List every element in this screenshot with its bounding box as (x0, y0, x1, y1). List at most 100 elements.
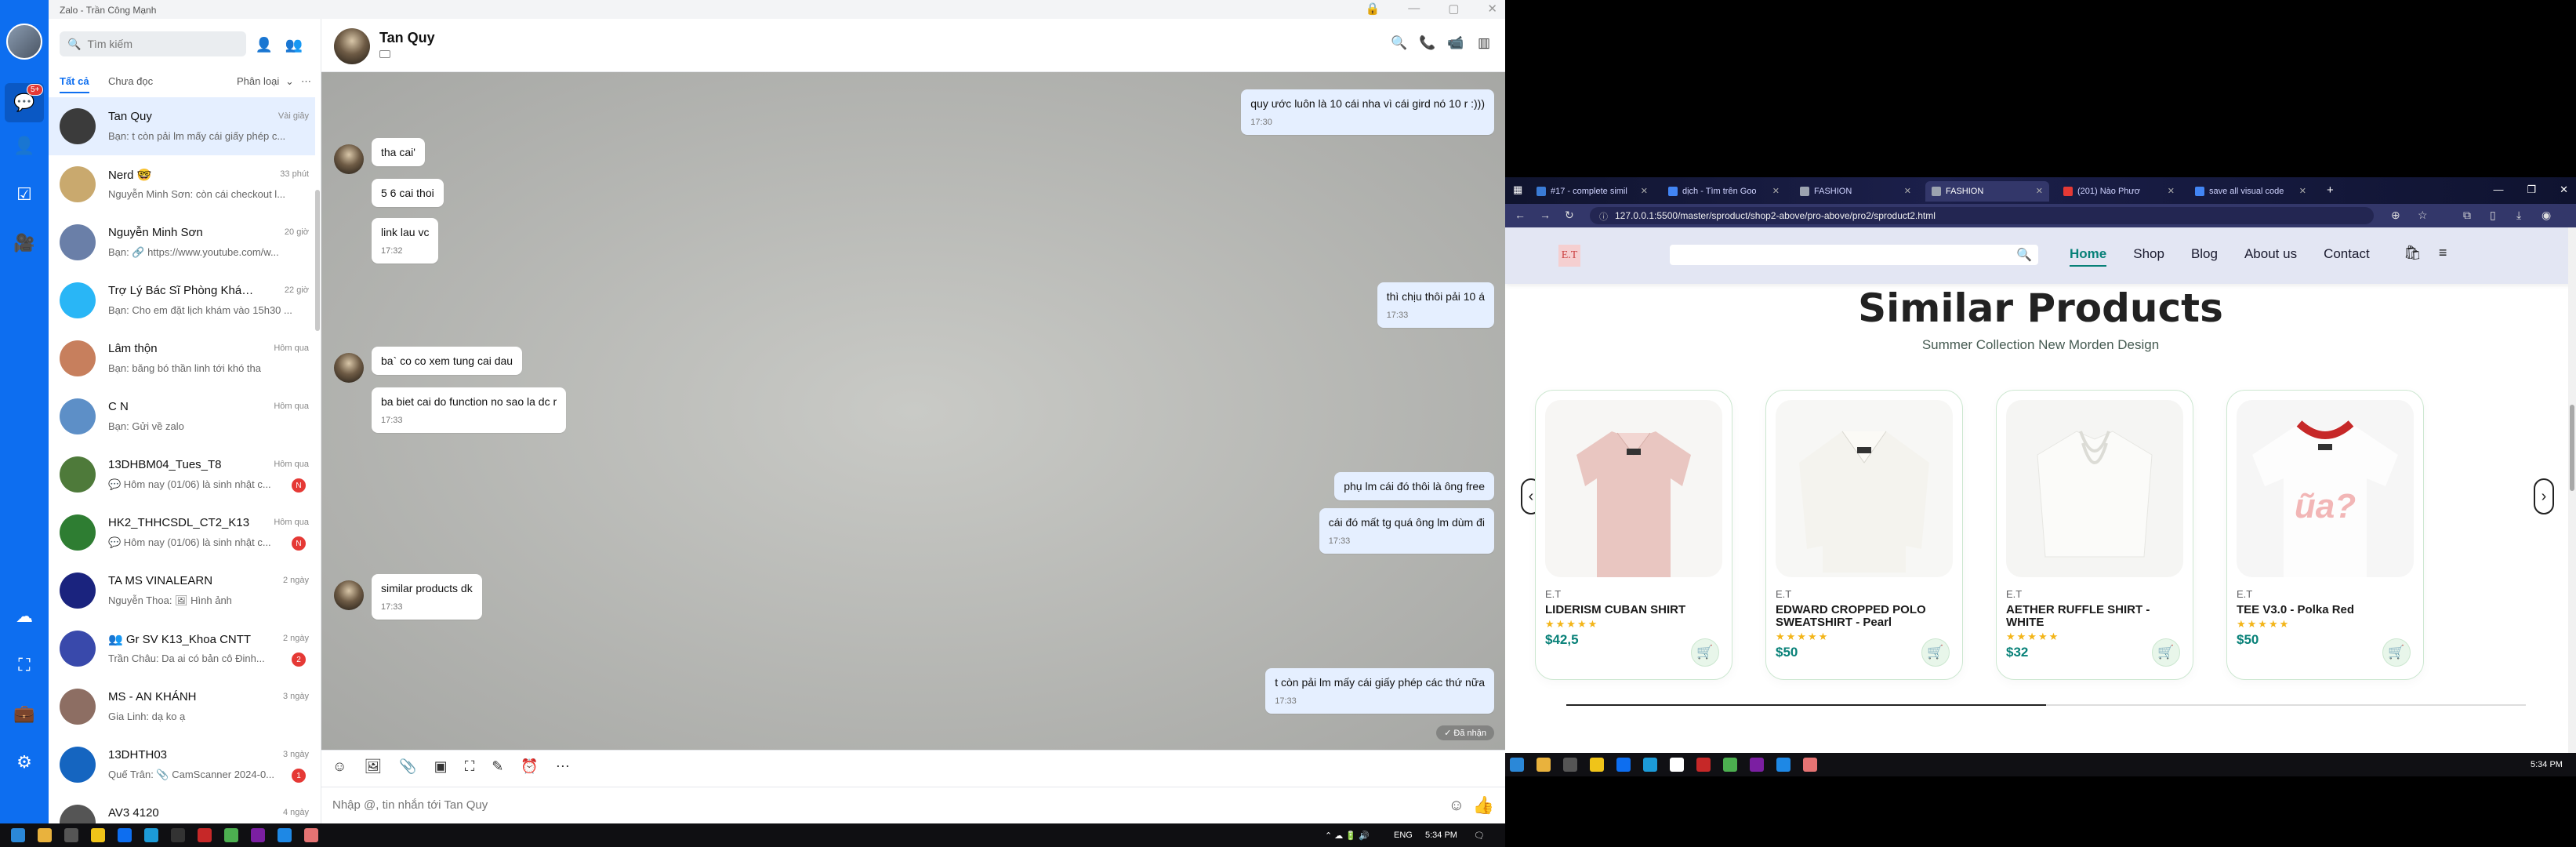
classify-dropdown[interactable]: Phân loại (237, 75, 279, 87)
contact-message-bubble[interactable]: tha cai' (372, 138, 425, 166)
my-message-bubble[interactable]: thì chịu thôi pải 10 á 17:33 (1377, 282, 1494, 328)
search-icon[interactable]: 🔍 (1391, 35, 1408, 52)
product-card[interactable]: E.T EDWARD CROPPED POLO SWEATSHIRT - Pear… (1765, 390, 1963, 680)
video-call-icon[interactable]: 📹 (1447, 35, 1464, 52)
my-message-bubble[interactable]: quy ước luôn là 10 cái nha vì cái gird n… (1241, 89, 1494, 135)
nav-link-home[interactable]: Home (2070, 246, 2107, 267)
bookmark-icon[interactable]: ☆ (2418, 209, 2428, 222)
conversation-item[interactable]: Tan Quy Vài giây Bạn: t còn pải lm mấy cái… (49, 97, 315, 155)
chrome-icon[interactable] (1723, 758, 1737, 772)
more-icon[interactable]: ⋯ (301, 75, 311, 88)
reminder-icon[interactable]: ⏰ (521, 758, 538, 775)
zalo-icon[interactable] (1616, 758, 1631, 772)
conversation-scrollbar[interactable] (314, 97, 321, 823)
more-icon[interactable]: ⋯ (556, 758, 570, 775)
close-tab-icon[interactable]: ✕ (1904, 186, 1911, 196)
site-search-input[interactable]: 🔍 (1670, 245, 2038, 265)
product-card[interactable]: ũa? E.T TEE V3.0 - Polka Red ★★★★★ $50 🛒 (2226, 390, 2424, 680)
reload-icon[interactable]: ↻ (1565, 209, 1574, 222)
browser-tab[interactable]: FASHION ✕ (1794, 181, 1917, 202)
zalo-window-icon[interactable] (1670, 758, 1684, 772)
tab-unread[interactable]: Chưa đọc (108, 75, 153, 87)
conversation-item[interactable]: MS - AN KHÁNH 3 ngày Gia Linh: dạ ko ạ (49, 678, 315, 736)
windows-start-icon[interactable] (1510, 758, 1524, 772)
conversation-item[interactable]: 13DHTH03 3 ngày Quế Trân: 📎 CamScanner 202… (49, 736, 315, 794)
todo-icon[interactable]: ☑ (12, 182, 37, 207)
media-player-icon[interactable] (1563, 758, 1577, 772)
conversation-avatar[interactable] (60, 166, 96, 202)
shopping-bag-icon[interactable]: 🛍 (2404, 245, 2422, 261)
tab-menu-icon[interactable]: ▦ (1513, 184, 1522, 196)
search-icon[interactable]: 🔍 (2016, 247, 2032, 263)
profile-icon[interactable]: ◉ (2542, 209, 2551, 222)
conversation-avatar[interactable] (60, 573, 96, 609)
close-button[interactable]: ✕ (2560, 184, 2568, 196)
image-icon[interactable]: 🖼 (364, 758, 382, 775)
carousel-next-button[interactable]: › (2534, 478, 2554, 514)
minimize-button[interactable]: — (2493, 184, 2503, 196)
nav-link-about-us[interactable]: About us (2244, 246, 2297, 267)
message-input[interactable] (332, 798, 1351, 812)
close-tab-icon[interactable]: ✕ (2168, 186, 2175, 196)
chrome-icon[interactable] (224, 828, 238, 842)
my-message-bubble[interactable]: t còn pải lm mấy cái giấy phép các thứ n… (1265, 668, 1494, 714)
opera-icon[interactable] (198, 828, 212, 842)
briefcase-icon[interactable]: 💼 (12, 701, 37, 726)
maximize-button[interactable]: ▢ (1448, 2, 1459, 16)
sidebar-icon[interactable]: ▯ (2490, 209, 2496, 222)
contact-name[interactable]: Tan Quy (379, 30, 435, 46)
clock[interactable]: 5:34 PM (2531, 760, 2563, 769)
close-tab-icon[interactable]: ✕ (2299, 186, 2306, 196)
conversation-avatar[interactable] (60, 689, 96, 725)
add-friend-icon[interactable]: 👤 (254, 35, 274, 55)
browser-tab[interactable]: save all visual code ✕ (2189, 181, 2313, 202)
create-group-icon[interactable]: 👥 (284, 35, 304, 55)
conversation-avatar[interactable] (60, 514, 96, 551)
video-icon[interactable]: 🎥 (12, 231, 37, 256)
conversation-item[interactable]: Nguyễn Minh Sơn 20 giờ Bạn: 🔗 https://www.… (49, 213, 315, 271)
conversation-avatar[interactable] (60, 398, 96, 434)
my-message-bubble[interactable]: cái đó mất tg quá ông lm dùm đi 17:33 (1319, 508, 1494, 554)
conversation-avatar[interactable] (60, 747, 96, 783)
conversation-item[interactable]: C N Hôm qua Bạn: Gửi về zalo (49, 387, 315, 445)
contact-avatar[interactable] (334, 28, 370, 64)
product-card[interactable]: E.T LIDERISM CUBAN SHIRT ★★★★★ $42,5 🛒 (1535, 390, 1732, 680)
add-to-cart-button[interactable]: 🛒 (2152, 638, 2180, 667)
add-to-cart-button[interactable]: 🛒 (1921, 638, 1950, 667)
conversation-item[interactable]: 👥 Gr SV K13_Khoa CNTT 2 ngày Trần Châu: Da… (49, 620, 315, 678)
conversation-item[interactable]: 13DHBM04_Tues_T8 Hôm qua 💬 Hôm nay (01/06)… (49, 445, 315, 503)
phone-icon[interactable]: 📞 (1419, 35, 1436, 52)
sticker-icon[interactable]: ☺ (332, 758, 346, 775)
my-message-bubble[interactable]: phụ lm cái đó thôi là ông free (1334, 472, 1494, 500)
download-icon[interactable]: ⤓ (2516, 209, 2521, 222)
contact-avatar[interactable] (334, 144, 364, 174)
folder-icon[interactable] (91, 828, 105, 842)
extensions-icon[interactable]: ⧉ (2463, 209, 2471, 222)
cloud-icon[interactable]: ☁ (12, 604, 37, 629)
tab-all[interactable]: Tất cả (60, 75, 89, 93)
conversation-item[interactable]: Lâm thộn Hôm qua Bạn: băng bó thần linh tớ… (49, 329, 315, 387)
contact-message-bubble[interactable]: ba biet cai do function no sao la dc r 17… (372, 387, 567, 433)
browser-tab[interactable]: FASHION ✕ (1925, 181, 2049, 202)
scroll-thumb[interactable] (315, 190, 320, 331)
conversation-avatar[interactable] (60, 456, 96, 493)
attach-icon[interactable]: 📎 (399, 758, 416, 775)
browser-tab[interactable]: (201) Nào Phươ ✕ (2057, 181, 2181, 202)
nav-link-shop[interactable]: Shop (2133, 246, 2164, 267)
nav-link-blog[interactable]: Blog (2191, 246, 2218, 267)
contact-message-bubble[interactable]: ba` co co xem tung cai dau (372, 347, 523, 375)
close-tab-icon[interactable]: ✕ (2036, 186, 2043, 196)
back-icon[interactable]: ← (1515, 209, 1526, 221)
url-field[interactable]: ⓘ 127.0.0.1:5500/master/sproduct/shop2-a… (1590, 207, 2374, 224)
opera-icon[interactable] (1696, 758, 1711, 772)
vs-icon[interactable] (251, 828, 265, 842)
file-explorer-icon[interactable] (38, 828, 52, 842)
edge-icon[interactable] (1643, 758, 1657, 772)
scroll-thumb[interactable] (2570, 405, 2574, 491)
lock-icon[interactable]: 🔒 (1366, 2, 1381, 16)
vscode-icon[interactable] (1776, 758, 1791, 772)
restore-button[interactable]: ❐ (2527, 184, 2536, 196)
app-icon[interactable] (304, 828, 318, 842)
contacts-icon[interactable]: 👤 (12, 133, 37, 158)
folder-icon[interactable] (1590, 758, 1604, 772)
